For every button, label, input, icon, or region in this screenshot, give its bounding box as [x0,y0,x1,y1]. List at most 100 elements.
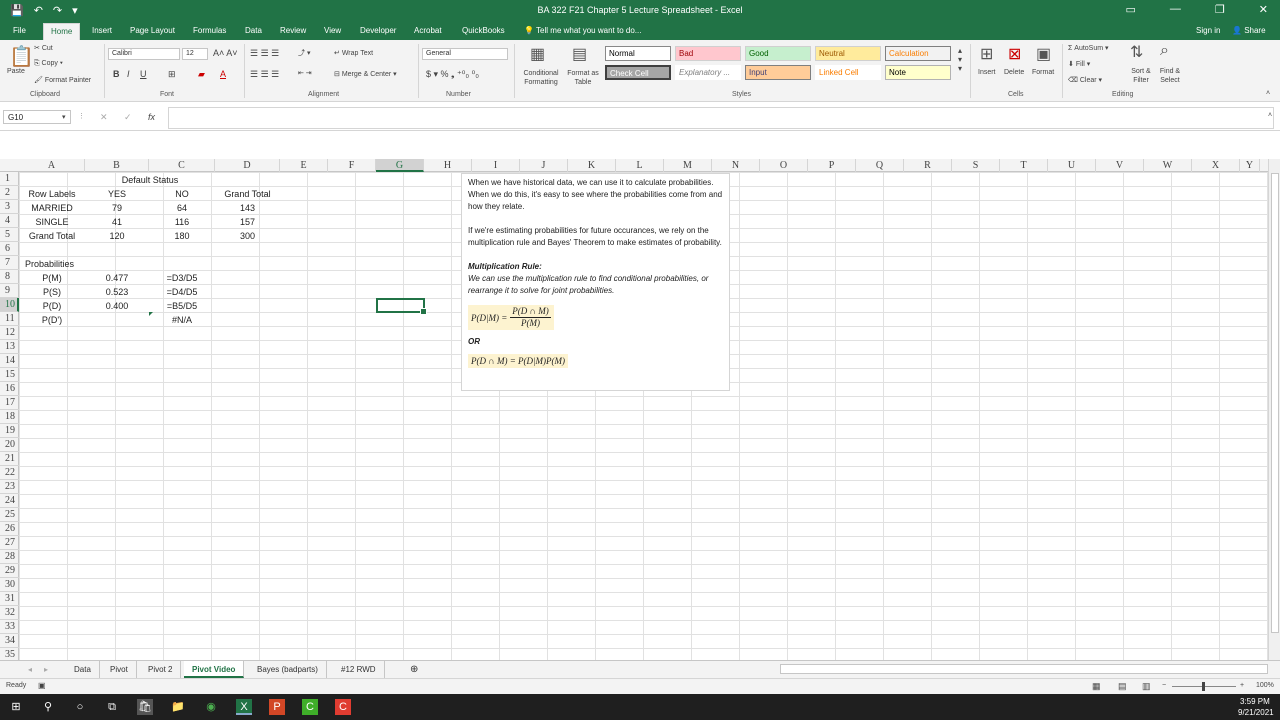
column-header-n[interactable]: N [712,159,760,172]
delete-cells-button[interactable]: Delete [1004,69,1024,76]
camtasia-icon[interactable]: C [302,699,318,715]
row-header-11[interactable]: 11 [0,312,19,326]
pivot-row-label[interactable]: SINGLE [19,215,85,229]
pivot-cell[interactable]: 300 [215,229,280,243]
clock-time[interactable]: 3:59 PM [1240,697,1270,706]
prob-value[interactable]: 0.400 [85,299,149,313]
style-input[interactable]: Input [745,65,811,80]
tab-page-layout[interactable]: Page Layout [130,26,175,35]
format-cells-icon[interactable]: ▣ [1036,44,1051,64]
sheet-tab-bayes[interactable]: Bayes (badparts) [249,661,327,678]
row-header-8[interactable]: 8 [0,270,19,284]
row-header-19[interactable]: 19 [0,424,19,438]
page-break-view-icon[interactable]: ▥ [1142,681,1151,692]
sheet-tab-pivot-video[interactable]: Pivot Video [184,661,245,678]
horizontal-scrollbar[interactable] [780,664,1268,674]
sheet-tab-pivot[interactable]: Pivot [102,661,137,678]
zoom-level[interactable]: 100% [1256,682,1274,689]
probabilities-title[interactable]: Probabilities [25,257,85,271]
wrap-text-button[interactable]: ↵ Wrap Text [334,49,373,57]
column-header-w[interactable]: W [1144,159,1192,172]
row-header-22[interactable]: 22 [0,466,19,480]
row-header-12[interactable]: 12 [0,326,19,340]
store-icon[interactable]: 🛍 [137,699,153,715]
copy-button[interactable]: ⎘ Copy ▾ [34,60,63,68]
close-button[interactable]: ✕ [1259,3,1268,16]
find-select-button[interactable]: Find & Select [1155,67,1185,85]
row-header-5[interactable]: 5 [0,228,19,242]
column-header-p[interactable]: P [808,159,856,172]
zoom-in-icon[interactable]: + [1240,682,1244,689]
minimize-button[interactable]: — [1170,3,1181,16]
pivot-row-label[interactable]: MARRIED [19,201,85,215]
row-header-3[interactable]: 3 [0,200,19,214]
zoom-slider-handle[interactable] [1202,682,1205,691]
insert-cells-button[interactable]: Insert [978,69,996,76]
row-header-35[interactable]: 35 [0,648,19,660]
column-header-d[interactable]: D [215,159,280,172]
column-header-u[interactable]: U [1048,159,1096,172]
vertical-scrollbar[interactable] [1268,159,1280,660]
find-select-icon[interactable]: ⌕ [1160,42,1169,60]
sheet-nav-next-icon[interactable]: ▸ [36,661,56,678]
prob-formula[interactable]: #N/A [149,313,215,327]
tab-home[interactable]: Home [43,23,81,40]
style-good[interactable]: Good [745,46,811,61]
column-header-v[interactable]: V [1096,159,1144,172]
pivot-cell[interactable]: 180 [149,229,215,243]
row-header-20[interactable]: 20 [0,438,19,452]
paste-button[interactable]: Paste [7,68,25,75]
pivot-cell[interactable]: 157 [215,215,280,229]
task-view-icon[interactable]: ⧉ [104,699,120,715]
row-header-34[interactable]: 34 [0,634,19,648]
pivot-cell[interactable]: 64 [149,201,215,215]
pivot-cell[interactable]: 120 [85,229,149,243]
fill-color-icon[interactable]: ▰ [198,69,205,80]
clear-button[interactable]: ⌫ Clear ▾ [1068,76,1102,84]
column-header-m[interactable]: M [664,159,712,172]
orientation-icon[interactable]: ⤴ ▾ [298,48,310,58]
style-neutral[interactable]: Neutral [815,46,881,61]
format-cells-button[interactable]: Format [1032,69,1054,76]
delete-cells-icon[interactable]: ⊠ [1008,44,1021,64]
row-header-30[interactable]: 30 [0,578,19,592]
tab-quickbooks[interactable]: QuickBooks [462,26,505,35]
column-header-t[interactable]: T [1000,159,1048,172]
tab-developer[interactable]: Developer [360,26,396,35]
column-header-h[interactable]: H [424,159,472,172]
file-explorer-icon[interactable]: 📁 [170,699,186,715]
name-box-dropdown-icon[interactable]: ▾ [62,113,66,121]
row-header-2[interactable]: 2 [0,186,19,200]
row-header-1[interactable]: 1 [0,172,19,186]
row-header-26[interactable]: 26 [0,522,19,536]
conditional-formatting-icon[interactable]: ▦ [530,44,545,64]
style-bad[interactable]: Bad [675,46,741,61]
search-icon[interactable]: ⚲ [40,699,56,715]
column-header-l[interactable]: L [616,159,664,172]
row-header-33[interactable]: 33 [0,620,19,634]
font-name-dropdown[interactable]: Calibri [108,48,180,60]
restore-button[interactable]: ❐ [1215,3,1225,16]
clock-date[interactable]: 9/21/2021 [1238,708,1274,717]
row-header-15[interactable]: 15 [0,368,19,382]
tab-data[interactable]: Data [245,26,262,35]
column-header-b[interactable]: B [85,159,149,172]
fill-button[interactable]: ⬇ Fill ▾ [1068,60,1090,68]
autosum-button[interactable]: Σ AutoSum ▾ [1068,44,1109,52]
windows-start-icon[interactable]: ⊞ [8,699,24,715]
expand-formula-bar-icon[interactable]: ˄ [1268,112,1272,119]
row-header-28[interactable]: 28 [0,550,19,564]
explanation-textbox[interactable]: When we have historical data, we can use… [461,173,730,391]
align-top-icon[interactable]: ☰ ☰ ☰ [250,48,279,59]
pivot-title[interactable]: Default Status [85,173,215,187]
row-header-27[interactable]: 27 [0,536,19,550]
sort-filter-button[interactable]: Sort & Filter [1126,67,1156,85]
enter-icon[interactable]: ✓ [124,112,132,123]
vertical-scroll-thumb[interactable] [1271,173,1279,633]
cut-button[interactable]: ✂ Cut [34,44,53,52]
pivot-cell[interactable]: 79 [85,201,149,215]
column-header-r[interactable]: R [904,159,952,172]
prob-label[interactable]: P(D') [19,313,85,327]
row-header-25[interactable]: 25 [0,508,19,522]
format-painter-button[interactable]: 🖌 Format Painter [34,76,91,84]
